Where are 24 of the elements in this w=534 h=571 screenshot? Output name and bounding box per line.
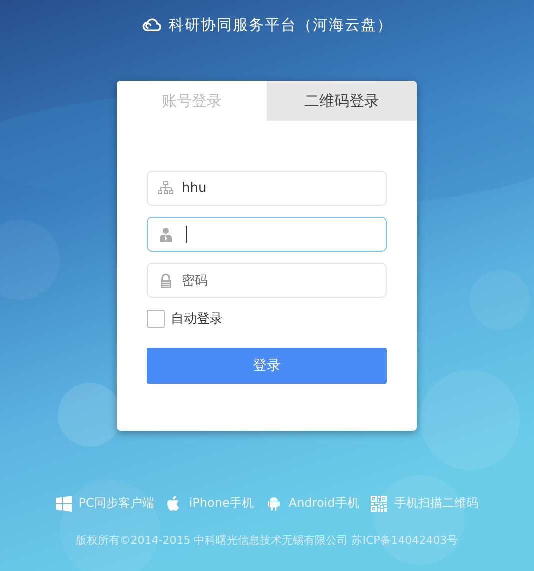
download-link[interactable]: PC同步客户端: [78, 495, 154, 512]
checkbox[interactable]: [147, 310, 165, 328]
login-button[interactable]: 登录: [147, 348, 387, 384]
tab[interactable]: 账号登录: [117, 81, 267, 121]
qr-code-icon: [371, 496, 388, 512]
text-cursor: [186, 226, 187, 243]
copyright-text: 版权所有©2014-2015 中科曙光信息技术无锡有限公司 苏ICP备14042403号: [76, 533, 458, 548]
field-placeholder: 密码: [182, 272, 208, 290]
tab[interactable]: 二维码登录: [267, 81, 417, 121]
checkbox-label: 自动登录: [171, 311, 223, 328]
download-link[interactable]: iPhone手机: [189, 495, 254, 512]
android-icon: [266, 496, 282, 512]
download-link[interactable]: 手机扫描二维码: [394, 495, 478, 512]
page-title: 科研协同服务平台（河海云盘）: [169, 16, 393, 34]
field-value: hhu: [182, 181, 207, 196]
person-icon: [158, 226, 174, 242]
input-field[interactable]: [147, 217, 387, 252]
download-link[interactable]: Android手机: [288, 495, 360, 512]
input-field[interactable]: hhu: [147, 171, 387, 206]
cloud-icon: [141, 16, 163, 34]
input-field[interactable]: 密码: [147, 263, 387, 298]
windows-icon: [56, 496, 72, 512]
sitemap-icon: [158, 180, 174, 196]
lock-icon: [158, 272, 174, 288]
